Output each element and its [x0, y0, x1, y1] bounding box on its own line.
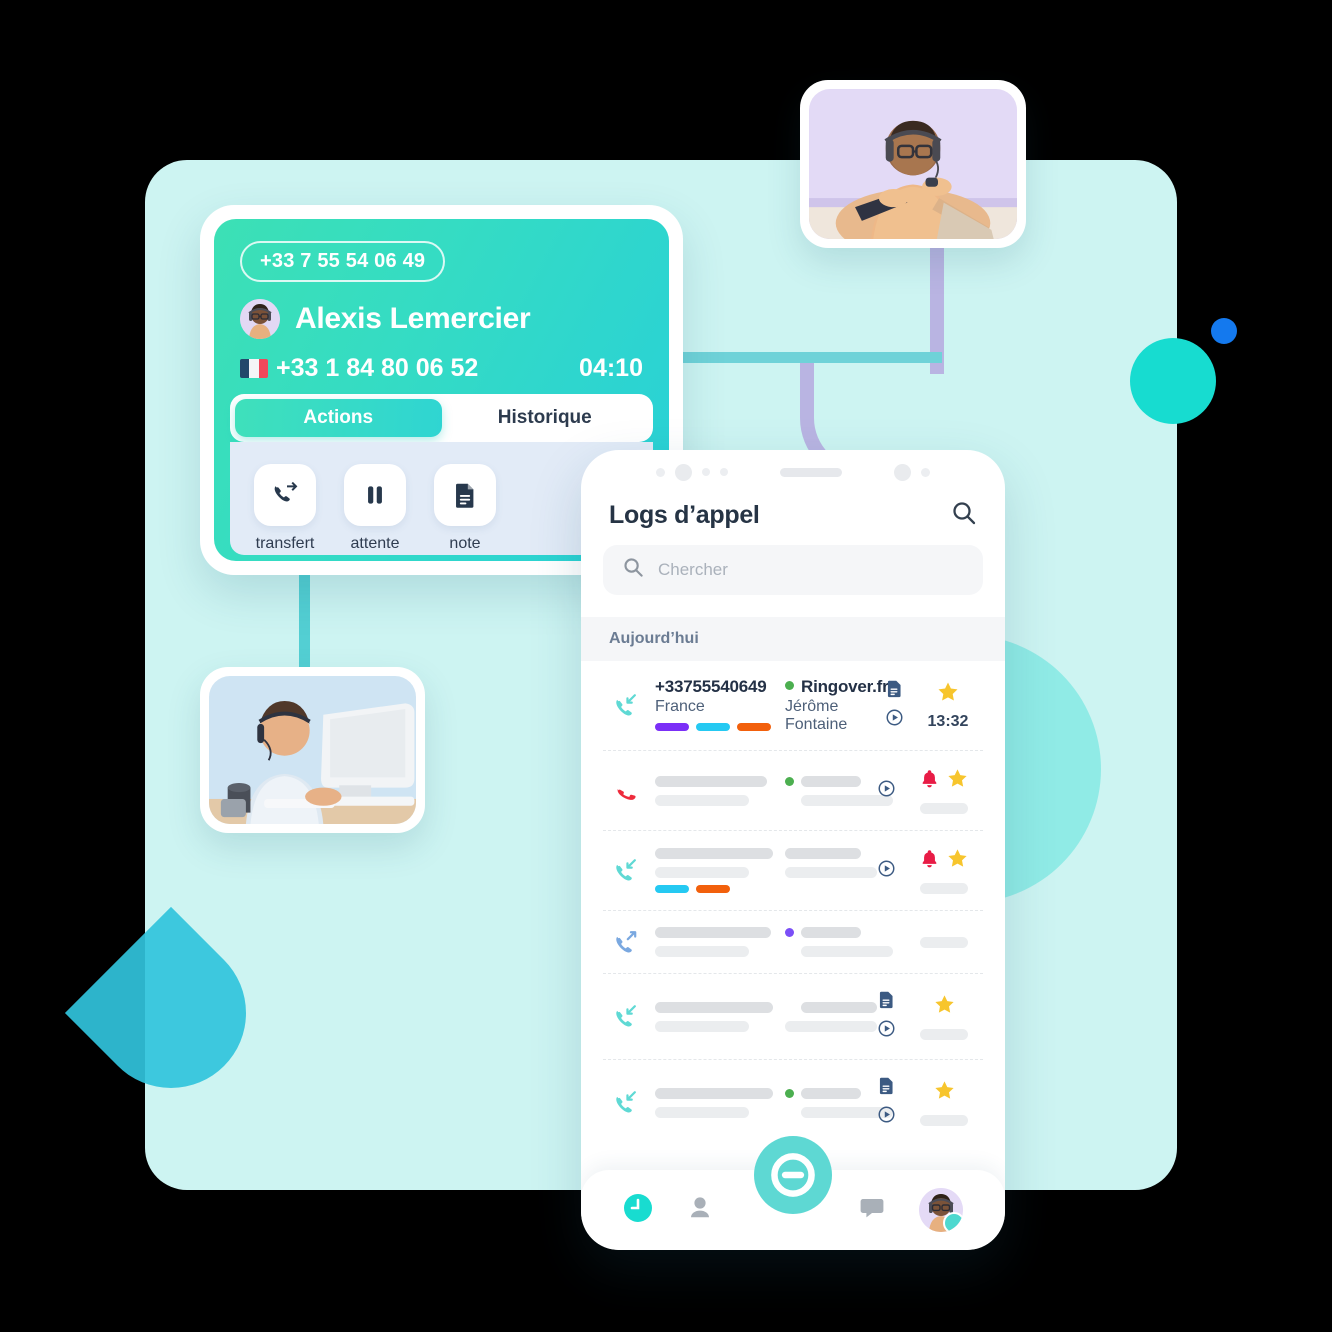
ringover-dial-fab-icon[interactable]	[754, 1136, 832, 1214]
table-row[interactable]	[603, 911, 983, 974]
play-recording-icon[interactable]	[877, 1019, 896, 1043]
table-row[interactable]	[603, 831, 983, 911]
search-icon	[623, 557, 644, 583]
bell-alert-icon[interactable]	[919, 848, 940, 874]
agent-headset-desktop-photo	[209, 676, 416, 824]
search-icon[interactable]	[951, 500, 977, 531]
tag-chip	[696, 723, 730, 731]
page-title: Logs d’appel	[609, 501, 760, 529]
status-dot	[656, 467, 665, 477]
call-tags	[655, 885, 775, 893]
star-icon[interactable]	[933, 993, 956, 1021]
call-number: +33755540649	[655, 677, 767, 696]
tab-actions[interactable]: Actions	[235, 399, 442, 437]
tab-historique[interactable]: Historique	[442, 399, 649, 437]
play-recording-icon[interactable]	[877, 859, 896, 883]
star-icon[interactable]	[946, 847, 969, 875]
status-dot	[921, 467, 930, 477]
status-dot	[675, 463, 692, 481]
status-dot	[785, 776, 794, 786]
decor-blue-dot	[1211, 318, 1237, 344]
tag-chip	[655, 885, 689, 893]
nav-item-profile[interactable]	[919, 1188, 963, 1232]
photo-card-top-right	[800, 80, 1026, 248]
status-dot	[785, 928, 794, 937]
france-flag-icon	[240, 359, 268, 378]
table-row[interactable]: +33755540649 France Ringover.fr Jérôme F…	[603, 661, 983, 751]
call-agent: Jérôme Fontaine	[785, 698, 848, 733]
phone-call-logs: Logs d’appel Chercher Aujourd’hui +33755…	[581, 450, 1005, 1250]
pause-icon	[344, 464, 406, 526]
phone-header: Logs d’appel	[581, 494, 1005, 545]
caller-number-badge: +33 7 55 54 06 49	[240, 241, 446, 282]
call-incoming-icon	[609, 691, 643, 720]
action-note[interactable]: note	[434, 464, 496, 555]
phone-status-bar	[581, 450, 1005, 494]
call-timer: 04:10	[579, 354, 643, 382]
call-account: Ringover.fr	[801, 677, 889, 696]
call-card-tabs: Actions Historique	[230, 394, 653, 442]
online-status-dot	[943, 1212, 963, 1232]
line-row: +33 1 84 80 06 52 04:10	[240, 354, 643, 383]
caller-row: Alexis Lemercier	[240, 299, 531, 339]
nav-item-history[interactable]	[623, 1193, 653, 1228]
decor-teal-circle	[1130, 338, 1216, 424]
action-label: transfert	[255, 535, 315, 552]
action-transfert[interactable]: transfert	[254, 464, 316, 555]
call-transfer-icon	[254, 464, 316, 526]
search-placeholder: Chercher	[658, 560, 728, 579]
bell-alert-icon[interactable]	[919, 768, 940, 794]
action-label: note	[449, 535, 481, 552]
note-document-icon[interactable]	[885, 679, 904, 703]
call-incoming-icon	[609, 856, 643, 885]
play-recording-icon[interactable]	[885, 708, 904, 732]
play-recording-icon[interactable]	[877, 779, 896, 803]
connector-teal-horizontal	[672, 352, 942, 363]
call-tags	[655, 723, 775, 731]
tag-chip	[737, 723, 771, 731]
action-label: attente	[350, 535, 400, 552]
action-attente[interactable]: attente	[344, 464, 406, 555]
caller-name: Alexis Lemercier	[295, 302, 531, 335]
star-icon[interactable]	[933, 1079, 956, 1107]
day-section-header: Aujourd’hui	[581, 617, 1005, 661]
star-icon[interactable]	[946, 767, 969, 795]
status-dot	[702, 468, 710, 476]
call-log-list: +33755540649 France Ringover.fr Jérôme F…	[581, 661, 1005, 1145]
call-time: 13:32	[927, 713, 969, 730]
note-document-icon	[434, 464, 496, 526]
call-incoming-icon	[609, 1088, 643, 1117]
call-country: France	[655, 698, 705, 715]
line-number: +33 1 84 80 06 52	[276, 354, 479, 382]
connector-teal-vertical	[299, 556, 310, 684]
star-icon[interactable]	[936, 680, 960, 709]
note-document-icon[interactable]	[877, 1076, 896, 1100]
status-dot	[894, 463, 911, 481]
call-incoming-icon	[609, 1002, 643, 1031]
note-document-icon[interactable]	[877, 990, 896, 1014]
search-input[interactable]: Chercher	[603, 545, 983, 595]
call-outgoing-icon	[609, 928, 643, 957]
call-missed-icon	[609, 776, 643, 805]
nav-item-chat[interactable]	[857, 1193, 887, 1228]
illustration-stage: +33 7 55 54 06 49 Alexis Lemercier +33 1…	[0, 0, 1332, 1332]
play-recording-icon[interactable]	[877, 1105, 896, 1129]
table-row[interactable]	[603, 974, 983, 1060]
tag-chip	[696, 885, 730, 893]
nav-item-contacts[interactable]	[685, 1193, 715, 1228]
photo-card-bottom-left	[200, 667, 425, 833]
status-dot	[785, 1088, 794, 1098]
status-dot	[785, 681, 794, 690]
table-row[interactable]	[603, 1060, 983, 1145]
status-speaker-pill	[780, 467, 842, 477]
agent-headset-laptop-photo	[809, 89, 1017, 239]
table-row[interactable]	[603, 751, 983, 831]
tag-chip	[655, 723, 689, 731]
status-dot	[720, 468, 728, 476]
avatar	[240, 299, 280, 339]
